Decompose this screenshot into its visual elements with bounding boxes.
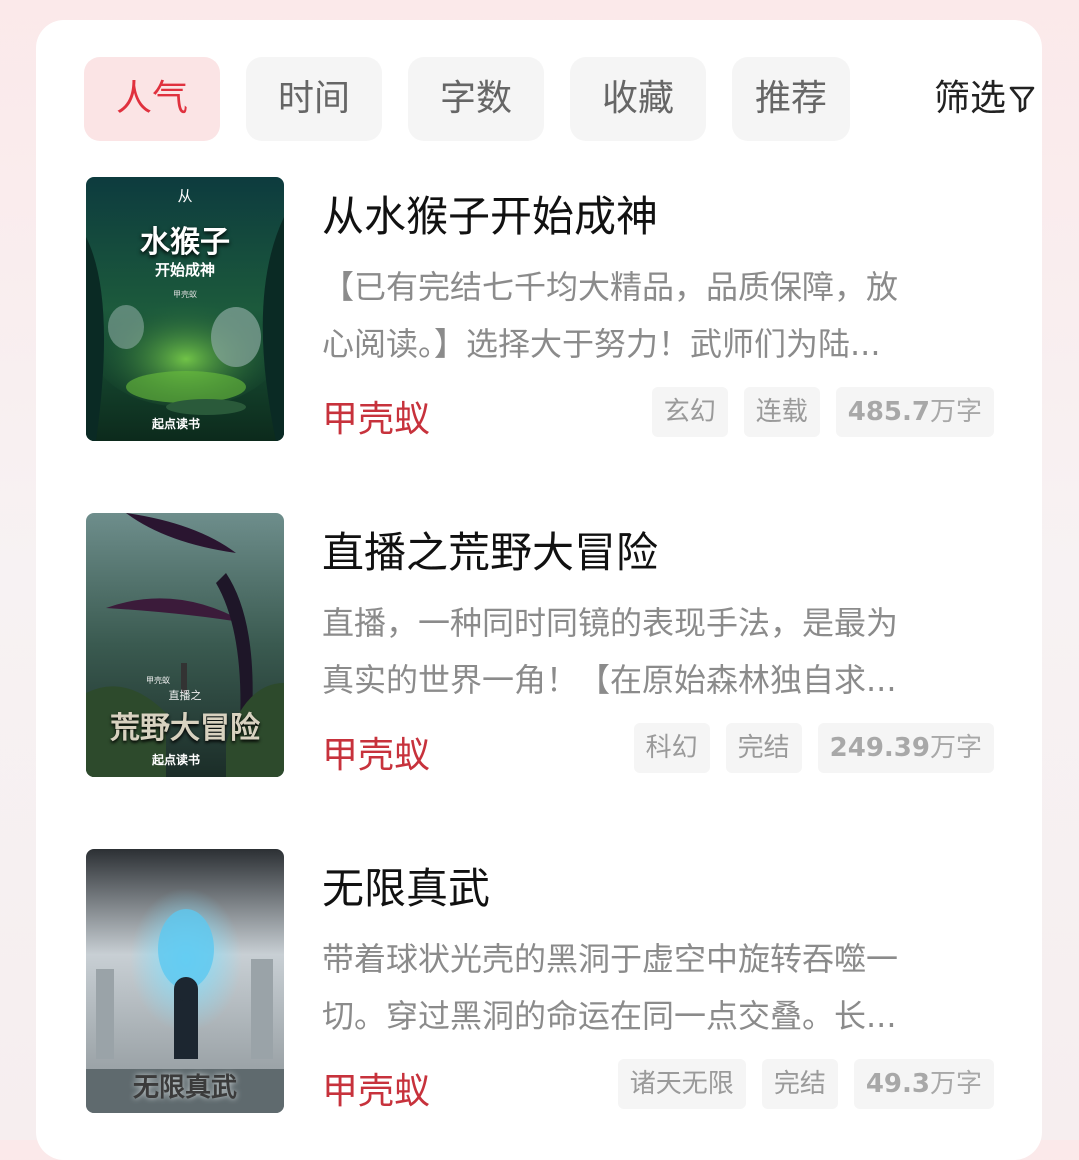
word-count-tag: 249.39万字	[817, 723, 994, 773]
book-item[interactable]: 甲壳蚁 直播之 荒野大冒险 起点读书 直播之荒野大冒险 直播，一种同时同镜的表现…	[86, 513, 994, 778]
cover-title-text: 荒野大冒险	[110, 711, 260, 746]
book-cover[interactable]: 无限真武	[86, 849, 284, 1113]
genre-tag: 诸天无限	[617, 1059, 746, 1109]
book-tags: 诸天无限 完结 49.3万字	[617, 1059, 994, 1109]
status-tag: 完结	[725, 723, 802, 773]
cover-small-text: 从	[177, 187, 193, 205]
book-title[interactable]: 无限真武	[322, 855, 490, 916]
genre-tag: 科幻	[633, 723, 710, 773]
book-cover[interactable]: 甲壳蚁 直播之 荒野大冒险 起点读书	[86, 513, 284, 777]
tab-favorites[interactable]: 收藏	[570, 57, 706, 141]
book-tags: 玄幻 连载 485.7万字	[651, 387, 994, 437]
cover-author-text: 甲壳蚁	[173, 290, 197, 299]
book-description: 【已有完结七千均大精品，品质保障，放 心阅读。】选择大于努力！武师们为陆...	[322, 268, 899, 363]
word-count-tag: 485.7万字	[835, 387, 994, 437]
cover-subtitle-text: 直播之	[168, 689, 202, 702]
cover-title-text: 水猴子	[140, 225, 230, 260]
filter-button[interactable]: 筛选	[934, 57, 1036, 141]
cover-title-text: 无限真武	[132, 1073, 237, 1103]
tab-time[interactable]: 时间	[246, 57, 382, 141]
book-author[interactable]: 甲壳蚁	[322, 390, 430, 442]
status-tag: 完结	[761, 1059, 838, 1109]
book-item[interactable]: 无限真武 无限真武 带着球状光壳的黑洞于虚空中旋转吞噬一 切。穿过黑洞的命运在同…	[86, 849, 994, 1114]
genre-tag: 玄幻	[651, 387, 728, 437]
funnel-icon	[1009, 86, 1035, 113]
book-description: 带着球状光壳的黑洞于虚空中旋转吞噬一 切。穿过黑洞的命运在同一点交叠。长...	[322, 940, 899, 1035]
word-count-tag: 49.3万字	[853, 1059, 994, 1109]
book-title[interactable]: 直播之荒野大冒险	[322, 519, 658, 580]
book-description: 直播，一种同时同镜的表现手法，是最为 真实的世界一角！【在原始森林独自求...	[322, 604, 899, 699]
cover-publisher-text: 起点读书	[152, 753, 201, 767]
book-author[interactable]: 甲壳蚁	[322, 1062, 430, 1114]
cover-author-text: 甲壳蚁	[146, 676, 170, 685]
sort-tabs: 人气 时间 字数 收藏 推荐 筛选	[84, 57, 1035, 141]
book-item[interactable]: 从 水猴子 开始成神 甲壳蚁 起点读书 从水猴子开始成神 【已有完结七千均大精品…	[86, 177, 994, 442]
cover-subtitle-text: 开始成神	[154, 261, 215, 279]
filter-label: 筛选	[934, 78, 1007, 119]
book-cover[interactable]: 从 水猴子 开始成神 甲壳蚁 起点读书	[86, 177, 284, 441]
book-list-card: 人气 时间 字数 收藏 推荐 筛选 从 水猴子 开始成神 甲壳蚁 起点读书 从水…	[36, 20, 1042, 1160]
tab-word-count[interactable]: 字数	[408, 57, 544, 141]
cover-publisher-text: 起点读书	[152, 417, 201, 431]
book-author[interactable]: 甲壳蚁	[322, 726, 430, 778]
tab-recommend[interactable]: 推荐	[732, 57, 850, 141]
tab-popularity[interactable]: 人气	[84, 57, 220, 141]
book-title[interactable]: 从水猴子开始成神	[322, 183, 658, 244]
status-tag: 连载	[743, 387, 820, 437]
book-tags: 科幻 完结 249.39万字	[633, 723, 994, 773]
